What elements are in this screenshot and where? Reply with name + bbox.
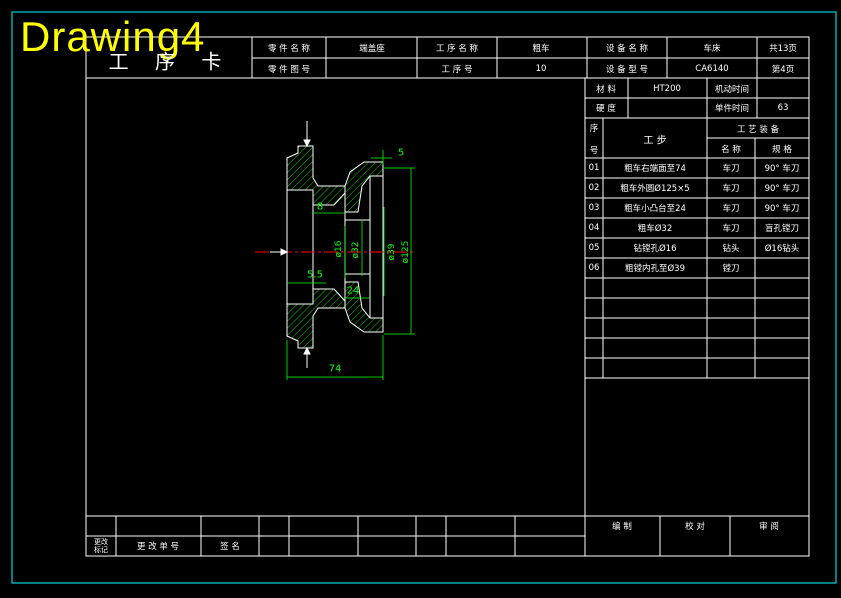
- step-tool-spec: 盲孔镗刀: [764, 224, 800, 234]
- spec-header: 规 格: [772, 145, 792, 155]
- step-desc: 粗镗内孔至Ø39: [624, 264, 686, 274]
- step-desc: 粗车小凸台至24: [624, 204, 686, 214]
- step-tool-name: 镗刀: [722, 264, 740, 274]
- dim-5: 5: [397, 147, 405, 159]
- hardness-label: 硬 度: [596, 104, 616, 114]
- drawing-frame: [85, 36, 810, 557]
- unit-time-label: 单件时间: [714, 104, 750, 114]
- step-header: 工 步: [643, 135, 667, 147]
- material-value: HT200: [653, 84, 681, 94]
- step-no: 01: [588, 163, 600, 173]
- process-no-label: 工 序 号: [441, 65, 473, 75]
- process-name-value: 粗车: [532, 44, 550, 54]
- step-tool-name: 车刀: [722, 164, 740, 174]
- dim-phi125: ø125: [401, 240, 411, 264]
- step-desc: 粗车Ø32: [637, 224, 673, 234]
- unit-time-value: 63: [777, 103, 789, 113]
- name-header: 名 称: [721, 145, 741, 155]
- total-pages: 共13页: [769, 44, 797, 54]
- dim-phi39: ø39: [387, 243, 397, 261]
- equip-model-value: CA6140: [695, 64, 729, 74]
- change-mark-label: 更改标记: [94, 538, 108, 554]
- part-name-label: 零 件 名 称: [267, 44, 311, 54]
- review-label: 审 阅: [759, 522, 779, 532]
- step-tool-spec: 90° 车刀: [764, 184, 800, 194]
- equip-header: 工 艺 装 备: [736, 125, 780, 135]
- step-tool-name: 车刀: [722, 204, 740, 214]
- step-tool-spec: Ø16钻头: [764, 244, 800, 254]
- step-desc: 钻镗孔Ø16: [633, 244, 677, 254]
- dim-74: 74: [328, 363, 342, 375]
- part-no-label: 零 件 图 号: [267, 65, 311, 75]
- step-desc: 粗车外圆Ø125×5: [620, 184, 690, 194]
- dim-phi32: ø32: [351, 241, 361, 259]
- step-desc: 粗车右端面至74: [624, 164, 686, 174]
- signature-label: 签 名: [220, 542, 240, 552]
- card-title: 工 序 卡: [108, 49, 232, 74]
- machine-time-label: 机动时间: [714, 85, 750, 95]
- step-no: 05: [588, 243, 600, 253]
- step-tool-name: 车刀: [722, 184, 740, 194]
- step-no: 04: [588, 223, 600, 233]
- seq-header-bottom: 号: [589, 146, 599, 156]
- equip-name-label: 设 备 名 称: [605, 44, 649, 54]
- step-no: 03: [588, 203, 600, 213]
- equip-model-label: 设 备 型 号: [605, 65, 649, 75]
- dim-8: 8: [316, 201, 324, 213]
- process-no-value: 10: [535, 64, 547, 74]
- step-tool-name: 钻头: [722, 244, 740, 254]
- part-name-value: 端盖座: [359, 44, 385, 54]
- seq-header-top: 序: [589, 124, 599, 134]
- equip-name-value: 车床: [703, 44, 721, 54]
- material-label: 材 料: [596, 85, 616, 95]
- dim-5-5: 5.5: [307, 269, 323, 281]
- step-tool-spec: 90° 车刀: [764, 164, 800, 174]
- step-tool-name: 车刀: [722, 224, 740, 234]
- page-number: 第4页: [771, 65, 795, 75]
- step-tool-spec: 90° 车刀: [764, 204, 800, 214]
- step-no: 06: [588, 263, 600, 273]
- check-label: 校 对: [685, 522, 705, 532]
- dim-24: 24: [346, 285, 360, 297]
- change-doc-label: 更 改 单 号: [136, 542, 180, 552]
- step-no: 02: [588, 183, 600, 193]
- compile-label: 编 制: [612, 522, 632, 532]
- dim-phi16: ø16: [334, 240, 344, 258]
- process-name-label: 工 序 名 称: [435, 44, 479, 54]
